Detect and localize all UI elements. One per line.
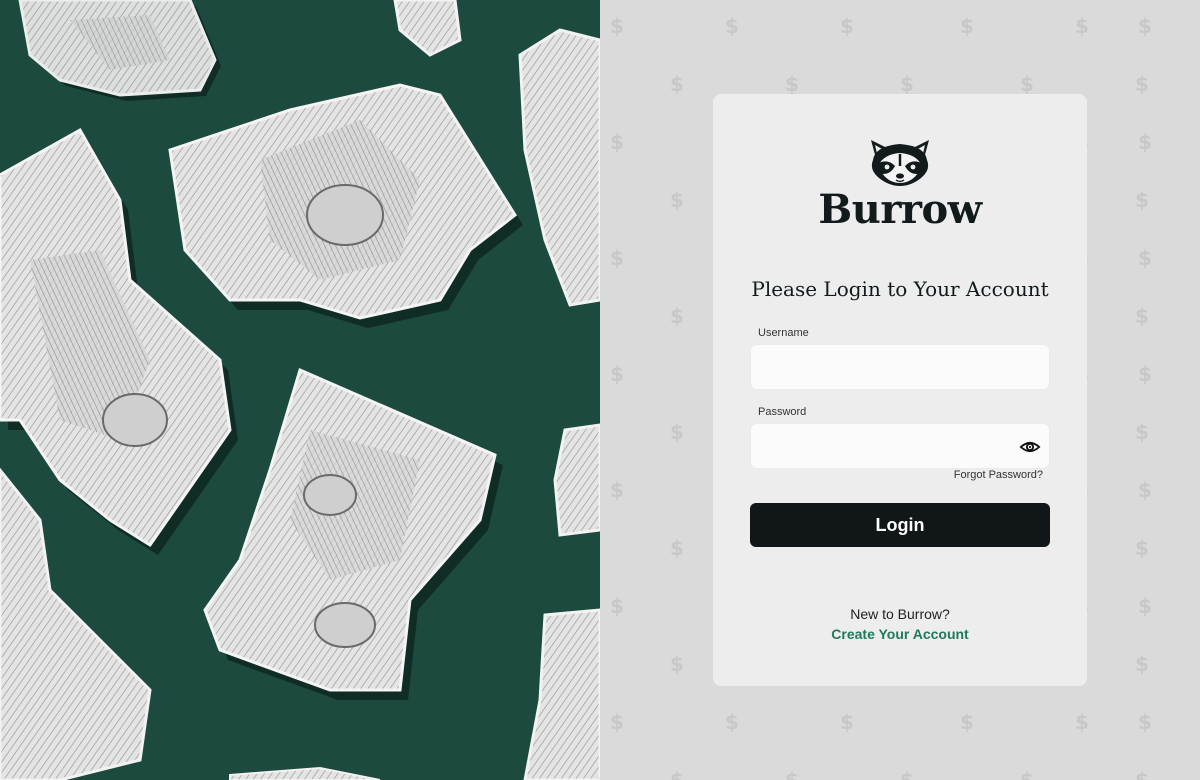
dollar-sign-glyph: $ — [610, 710, 624, 734]
brand-name: Burrow — [818, 186, 982, 233]
password-input[interactable] — [751, 424, 1049, 468]
dollar-sign-glyph: $ — [1075, 14, 1089, 38]
dollar-sign-glyph: $ — [670, 72, 684, 96]
dollar-sign-glyph: $ — [670, 304, 684, 328]
dollar-sign-glyph: $ — [610, 594, 624, 618]
dollar-sign-glyph: $ — [1135, 536, 1149, 560]
dollar-sign-glyph: $ — [610, 130, 624, 154]
create-account-link[interactable]: Create Your Account — [713, 626, 1087, 642]
dollar-sign-glyph: $ — [1020, 72, 1034, 96]
dollar-sign-glyph: $ — [840, 14, 854, 38]
dollar-sign-glyph: $ — [610, 478, 624, 502]
dollar-sign-glyph: $ — [670, 420, 684, 444]
dollar-sign-glyph: $ — [725, 14, 739, 38]
login-card: Burrow Please Login to Your Account User… — [713, 94, 1087, 686]
dollar-sign-glyph: $ — [1135, 652, 1149, 676]
password-label: Password — [758, 406, 807, 418]
password-field-wrapper — [750, 423, 1050, 469]
dollar-sign-glyph: $ — [610, 246, 624, 270]
signup-prompt: New to Burrow? — [850, 606, 950, 622]
dollar-sign-glyph: $ — [1138, 594, 1152, 618]
dollar-sign-glyph: $ — [785, 72, 799, 96]
raccoon-icon — [871, 140, 929, 186]
login-button[interactable]: Login — [750, 503, 1050, 547]
dollar-sign-glyph: $ — [670, 536, 684, 560]
dollar-sign-glyph: $ — [900, 768, 914, 780]
dollar-sign-glyph: $ — [1138, 246, 1152, 270]
dollar-sign-glyph: $ — [1135, 188, 1149, 212]
dollar-sign-glyph: $ — [670, 652, 684, 676]
dollar-sign-glyph: $ — [900, 72, 914, 96]
dollar-sign-glyph: $ — [1138, 362, 1152, 386]
dollar-sign-glyph: $ — [670, 768, 684, 780]
dollar-sign-glyph: $ — [1138, 478, 1152, 502]
dollar-sign-glyph: $ — [1138, 130, 1152, 154]
login-heading: Please Login to Your Account — [751, 277, 1049, 301]
dollar-sign-glyph: $ — [1138, 710, 1152, 734]
username-input[interactable] — [751, 345, 1049, 389]
hero-image-panel — [0, 0, 600, 780]
dollar-sign-glyph: $ — [1135, 768, 1149, 780]
dollar-sign-glyph: $ — [725, 710, 739, 734]
username-label: Username — [758, 327, 809, 339]
dollar-sign-glyph: $ — [960, 14, 974, 38]
dollar-sign-glyph: $ — [1138, 14, 1152, 38]
eye-icon[interactable] — [1019, 436, 1041, 458]
dollar-sign-glyph: $ — [1020, 768, 1034, 780]
dollar-sign-glyph: $ — [785, 768, 799, 780]
dollar-sign-glyph: $ — [1135, 72, 1149, 96]
username-field-wrapper — [750, 344, 1050, 390]
crumpled-bills-image — [0, 0, 600, 780]
dollar-sign-glyph: $ — [1135, 420, 1149, 444]
logo — [713, 136, 1087, 188]
dollar-sign-glyph: $ — [610, 362, 624, 386]
dollar-sign-glyph: $ — [840, 710, 854, 734]
dollar-sign-glyph: $ — [1075, 710, 1089, 734]
forgot-password-link[interactable]: Forgot Password? — [954, 469, 1043, 481]
dollar-sign-glyph: $ — [1135, 304, 1149, 328]
dollar-sign-glyph: $ — [670, 188, 684, 212]
login-panel: $ $ $ $ $ $ $ $ $ $ $ $ $ $ $ $ $ $ $ $ $ $ $ $ $ $ $ $ $ $ $ $ $ $ $ $ $ $ $ $… — [600, 0, 1200, 780]
dollar-sign-glyph: $ — [610, 14, 624, 38]
dollar-sign-glyph: $ — [960, 710, 974, 734]
